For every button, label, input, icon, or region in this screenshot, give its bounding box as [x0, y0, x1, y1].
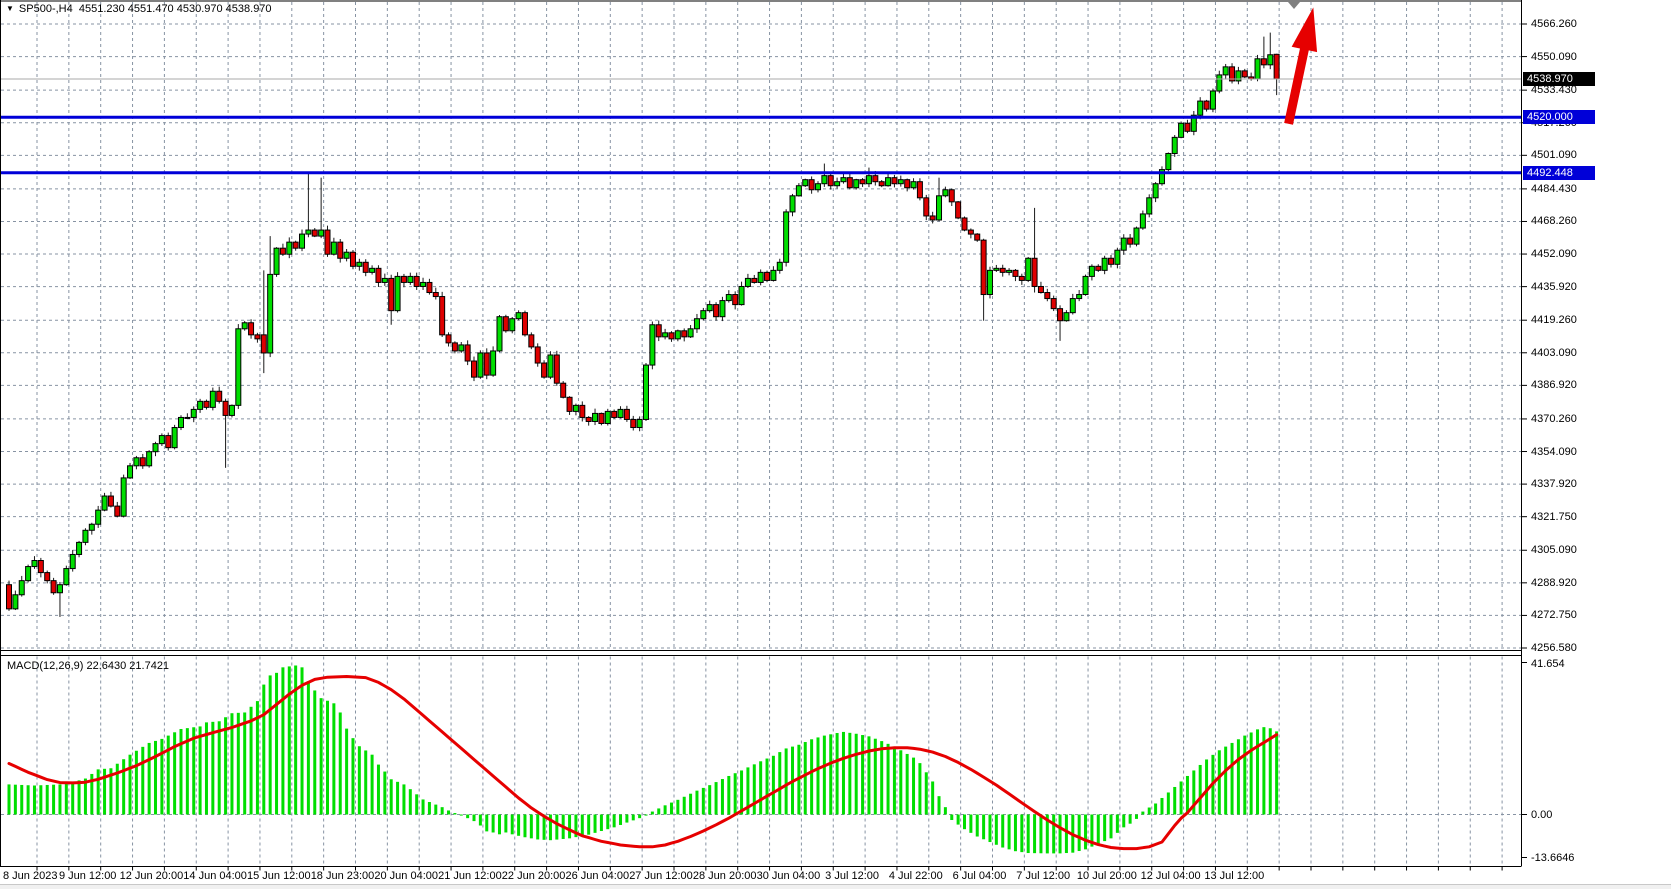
macd-axis-zero-label: 0.00	[1531, 809, 1552, 822]
symbol-period-label: SP500-,H4	[19, 3, 73, 15]
trend-arrow[interactable]	[1276, 5, 1326, 127]
time-axis-label: 12 Jul 04:00	[1141, 870, 1201, 883]
gridlines	[1, 2, 1521, 866]
hline-price-tag[interactable]: 4492.448	[1523, 166, 1595, 180]
time-axis-label: 26 Jun 04:00	[565, 870, 629, 883]
price-axis-label: 4435.920	[1531, 281, 1577, 294]
chevron-down-icon[interactable]: ▼	[6, 4, 14, 13]
price-axis-label: 4370.260	[1531, 413, 1577, 426]
horizontal-price-lines[interactable]	[1, 117, 1521, 173]
macd-axis-min-label: -13.6646	[1531, 852, 1574, 865]
price-axis-label: 4403.090	[1531, 347, 1577, 360]
time-axis-label: 15 Jun 12:00	[247, 870, 311, 883]
price-axis-label: 4354.090	[1531, 446, 1577, 459]
price-axis-label: 4550.090	[1531, 51, 1577, 64]
time-axis-label: 3 Jul 12:00	[825, 870, 879, 883]
price-axis-label: 4566.260	[1531, 18, 1577, 31]
scroll-to-end-marker-icon[interactable]	[1288, 2, 1300, 9]
time-axis-label: 28 Jun 20:00	[693, 870, 757, 883]
time-axis-label: 8 Jun 2023	[3, 870, 57, 883]
ohlc-readout: 4551.230 4551.470 4530.970 4538.970	[79, 3, 272, 15]
current-price-tag[interactable]: 4538.970	[1523, 72, 1595, 86]
candlestick-series	[7, 33, 1280, 617]
symbol-title: ▼ SP500-,H4 4551.230 4551.470 4530.970 45…	[6, 3, 272, 15]
price-axis-label: 4305.090	[1531, 544, 1577, 557]
price-axis-label: 4452.090	[1531, 248, 1577, 261]
macd-axis-max-label: 41.654	[1531, 658, 1565, 671]
time-axis-label: 27 Jun 12:00	[629, 870, 693, 883]
hline-price-tag[interactable]: 4520.000	[1523, 110, 1595, 124]
price-axis-label: 4321.750	[1531, 511, 1577, 524]
time-axis-label: 22 Jun 20:00	[502, 870, 566, 883]
time-axis-label: 7 Jul 12:00	[1016, 870, 1070, 883]
time-axis-label: 30 Jun 04:00	[757, 870, 821, 883]
window-bottom-edge	[0, 884, 1671, 889]
time-axis-label: 10 Jul 20:00	[1077, 870, 1137, 883]
price-axis-label: 4256.580	[1531, 642, 1577, 655]
price-axis-label: 4272.750	[1531, 609, 1577, 622]
price-axis-label: 4337.920	[1531, 478, 1577, 491]
chart-canvas[interactable]	[0, 0, 1671, 889]
price-axis-label: 4501.090	[1531, 149, 1577, 162]
time-axis-label: 21 Jun 12:00	[438, 870, 502, 883]
price-axis-label: 4288.920	[1531, 577, 1577, 590]
trading-chart-window: ▼ SP500-,H4 4551.230 4551.470 4530.970 45…	[0, 0, 1671, 889]
time-axis-label: 4 Jul 22:00	[889, 870, 943, 883]
time-axis-label: 14 Jun 04:00	[183, 870, 247, 883]
price-axis-label: 4419.260	[1531, 314, 1577, 327]
axis-ticks	[37, 24, 1527, 871]
macd-indicator-label: MACD(12,26,9) 22.6430 21.7421	[7, 660, 169, 672]
time-axis-label: 9 Jun 12:00	[59, 870, 117, 883]
price-axis-label: 4386.920	[1531, 379, 1577, 392]
time-axis-label: 12 Jun 20:00	[120, 870, 184, 883]
time-axis-label: 13 Jul 12:00	[1204, 870, 1264, 883]
time-axis-label: 20 Jun 04:00	[374, 870, 438, 883]
price-axis-label: 4468.260	[1531, 215, 1577, 228]
price-axis-label: 4533.430	[1531, 84, 1577, 97]
price-axis-label: 4484.430	[1531, 183, 1577, 196]
time-axis-label: 6 Jul 04:00	[953, 870, 1007, 883]
macd-indicator	[8, 665, 1279, 853]
time-axis-label: 18 Jun 23:00	[311, 870, 375, 883]
